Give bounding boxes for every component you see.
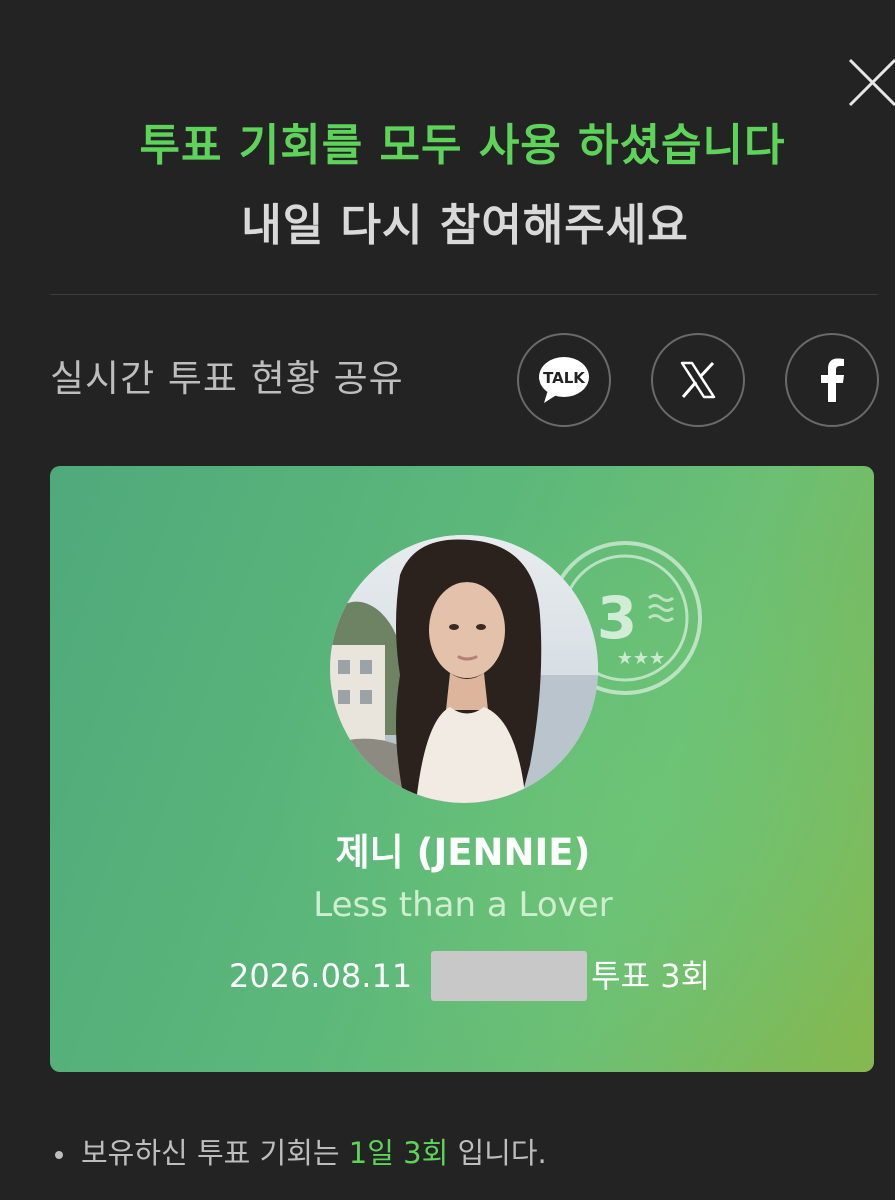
artist-name: 제니 (JENNIE)	[335, 831, 591, 874]
vote-date: 2026.08.11	[228, 957, 413, 995]
close-button[interactable]	[845, 55, 895, 110]
kakaotalk-icon: TALK	[539, 357, 589, 403]
divider	[50, 294, 878, 295]
note-suffix: 입니다.	[448, 1136, 547, 1170]
headline: 투표 기회를 모두 사용 하셨습니다	[139, 120, 786, 171]
song-title: Less than a Lover	[313, 885, 613, 925]
note-prefix: 보유하신 투표 기회는	[81, 1136, 349, 1170]
share-label: 실시간 투표 현황 공유	[50, 357, 404, 400]
svg-text:★★★: ★★★	[617, 648, 665, 669]
vote-summary: 2026.08.11 투표 3회	[50, 951, 874, 1001]
note-highlight: 1일 3회	[348, 1136, 449, 1170]
redacted-box	[431, 951, 588, 1001]
facebook-icon	[821, 358, 844, 402]
share-facebook-button[interactable]	[785, 333, 879, 427]
svg-text:3: 3	[597, 584, 637, 652]
close-icon	[848, 58, 895, 107]
bullet-icon	[55, 1151, 63, 1159]
vote-limit-note: 보유하신 투표 기회는 1일 3회 입니다.	[55, 1133, 547, 1173]
share-x-button[interactable]	[651, 333, 745, 427]
artist-avatar	[330, 535, 598, 803]
x-logo-icon	[680, 361, 716, 399]
vote-card: 3 ★★★ 제니 (JENNIE) Less than a Lover 2026…	[50, 466, 874, 1072]
vote-result-modal: 투표 기회를 모두 사용 하셨습니다 내일 다시 참여해주세요 실시간 투표 현…	[0, 0, 895, 1200]
vote-count: 투표 3회	[591, 957, 711, 995]
svg-text:TALK: TALK	[543, 369, 586, 387]
subheadline: 내일 다시 참여해주세요	[241, 200, 689, 251]
share-kakaotalk-button[interactable]: TALK	[517, 333, 611, 427]
